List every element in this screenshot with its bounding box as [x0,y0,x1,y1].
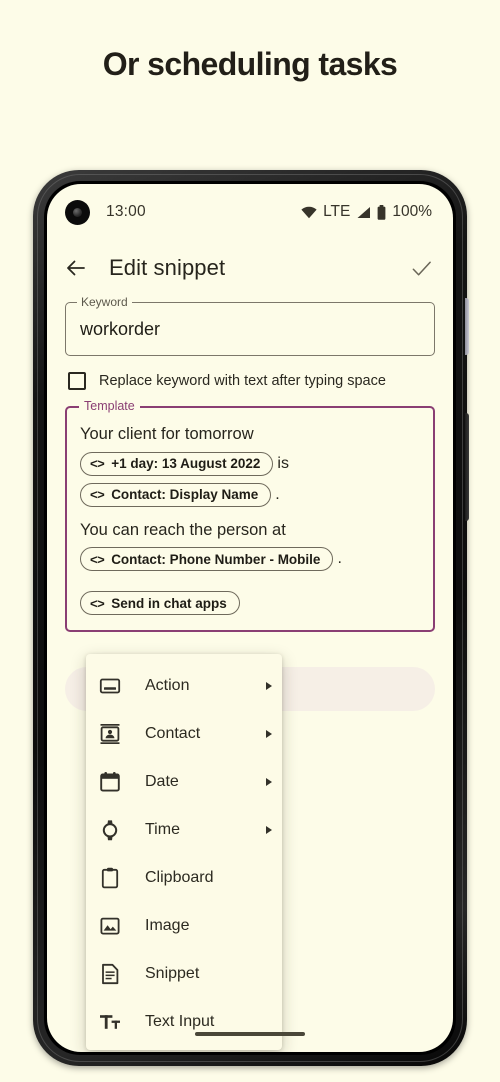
menu-item-label: Contact [145,725,201,742]
replace-keyword-label: Replace keyword with text after typing s… [99,373,386,389]
insert-popup-menu: Action Contact Date Time Clipboard Image… [86,654,282,1050]
menu-item-snippet[interactable]: Snippet [86,950,282,998]
template-chip-date[interactable]: <> +1 day: 13 August 2022 [80,451,274,476]
app-bar: Edit snippet [47,240,453,296]
chevron-right-icon [266,730,272,738]
text-input-icon [100,1015,120,1029]
menu-item-label: Snippet [145,965,200,982]
menu-item-clipboard[interactable]: Clipboard [86,854,282,902]
battery-percent-label: 100% [392,203,432,220]
menu-item-label: Action [145,677,190,694]
template-text-line: You can reach the person at [80,520,286,539]
menu-item-time[interactable]: Time [86,806,282,854]
template-chip-contact-name[interactable]: <> Contact: Display Name [80,482,272,507]
replace-keyword-checkbox[interactable] [68,372,86,390]
signal-icon [357,206,371,218]
template-chip-row: <> Send in chat apps [80,591,420,616]
front-camera-icon [65,199,90,225]
check-icon[interactable] [410,257,433,280]
template-chip-send-chat[interactable]: <> Send in chat apps [80,591,240,616]
status-indicators: LTE 100% [301,203,432,221]
template-spacer [80,571,420,584]
action-icon [99,678,121,694]
menu-item-label: Time [145,821,180,838]
template-chip-label: Send in chat apps [111,595,227,611]
volume-button[interactable] [465,298,469,355]
template-spacer [80,507,420,520]
template-text-line: Your client for tomorrow [80,425,254,443]
template-chip-trailing: . [337,550,342,568]
code-brackets-icon: <> [90,595,105,611]
keyword-input-value[interactable]: workorder [80,319,160,340]
keyword-field-label: Keyword [77,295,132,309]
chevron-right-icon [266,682,272,690]
template-chip-label: Contact: Phone Number - Mobile [111,551,321,567]
network-type-label: LTE [323,203,351,220]
code-brackets-icon: <> [90,456,105,472]
menu-item-contact[interactable]: Contact [86,710,282,758]
chevron-right-icon [266,826,272,834]
navigation-pill[interactable] [195,1032,305,1036]
keyword-field[interactable]: Keyword workorder [65,295,435,356]
status-bar: 13:00 LTE 100% [47,184,453,240]
code-brackets-icon: <> [90,487,105,503]
template-field[interactable]: Template Your client for tomorrow <> +1 … [65,399,435,633]
template-chip-label: +1 day: 13 August 2022 [111,456,261,472]
clipboard-icon [101,867,119,889]
template-chip-row: <> Contact: Display Name . [80,482,420,507]
calendar-icon [100,772,120,792]
menu-item-date[interactable]: Date [86,758,282,806]
image-icon [100,917,120,935]
back-arrow-icon[interactable] [64,256,88,280]
template-chip-trailing: . [275,485,280,503]
poster-root: Or scheduling tasks 13:00 LTE 100% Edit … [0,0,500,1082]
menu-item-label: Text Input [145,1013,215,1030]
code-brackets-icon: <> [90,551,105,567]
menu-item-label: Image [145,917,190,934]
template-chip-label: Contact: Display Name [111,487,259,503]
template-chip-row: <> +1 day: 13 August 2022 is [80,451,420,476]
menu-item-label: Date [145,773,179,790]
status-clock: 13:00 [106,203,146,220]
phone-screen: 13:00 LTE 100% Edit snippet Keyword work… [47,184,453,1052]
template-chip-trailing: is [277,454,289,472]
document-icon [102,963,119,985]
page-title: Or scheduling tasks [102,46,398,82]
power-button[interactable] [465,413,469,521]
menu-item-action[interactable]: Action [86,662,282,710]
replace-keyword-checkbox-row[interactable]: Replace keyword with text after typing s… [68,372,435,390]
wifi-icon [301,206,317,218]
watch-icon [102,820,118,841]
template-field-label: Template [79,399,140,413]
menu-item-image[interactable]: Image [86,902,282,950]
template-chip-phone[interactable]: <> Contact: Phone Number - Mobile [80,547,334,572]
screen-title: Edit snippet [109,255,226,280]
menu-item-label: Clipboard [145,869,214,886]
contact-icon [100,724,120,744]
phone-bezel: 13:00 LTE 100% Edit snippet Keyword work… [44,181,456,1055]
phone-mockup: 13:00 LTE 100% Edit snippet Keyword work… [33,170,469,1066]
menu-item-text-input[interactable]: Text Input [86,998,282,1046]
template-chip-row: <> Contact: Phone Number - Mobile . [80,547,420,572]
battery-icon [377,204,386,220]
chevron-right-icon [266,778,272,786]
